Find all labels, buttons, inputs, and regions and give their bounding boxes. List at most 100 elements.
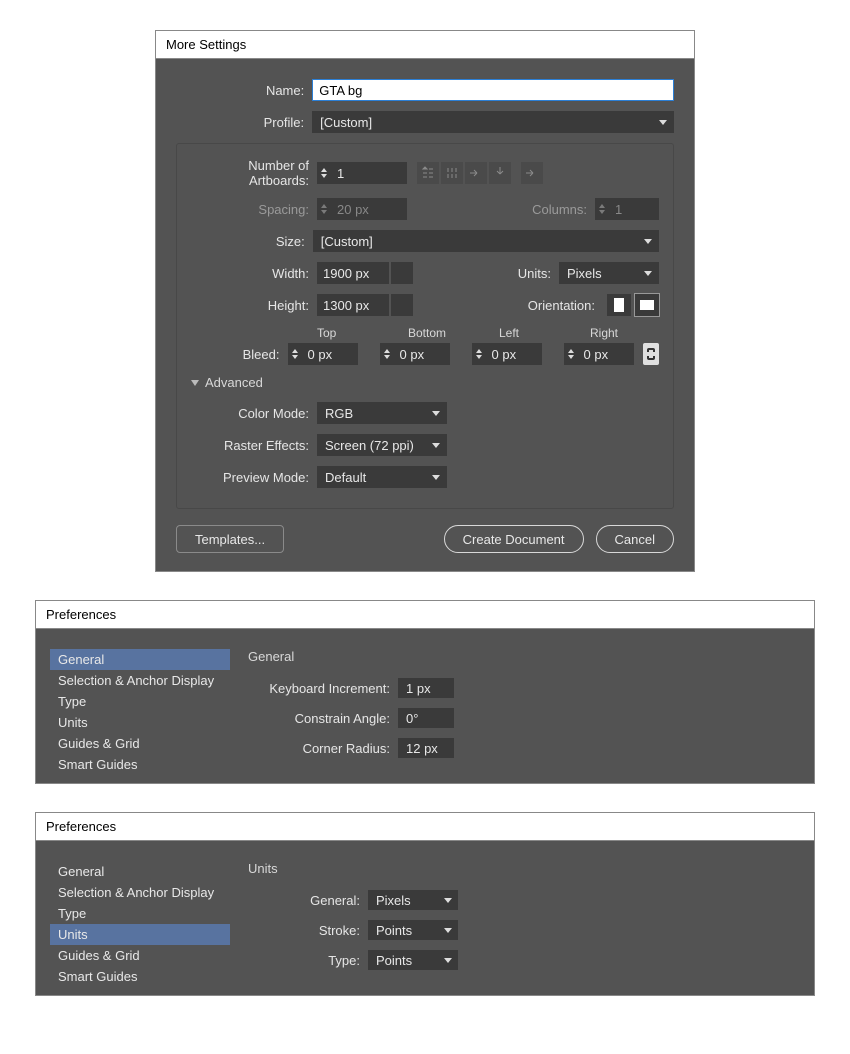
- spacing-stepper: 20 px: [317, 198, 407, 220]
- pref-category-item[interactable]: Units: [50, 712, 230, 733]
- raster-label: Raster Effects:: [191, 438, 317, 453]
- bleed-bottom-label: Bottom: [408, 326, 477, 340]
- landscape-icon: [640, 300, 654, 310]
- stepper-icon[interactable]: [380, 343, 394, 365]
- bleed-top-label: Top: [317, 326, 386, 340]
- units-general-select[interactable]: Pixels: [368, 890, 458, 910]
- artboards-value[interactable]: 1: [331, 162, 407, 184]
- name-label: Name:: [176, 83, 312, 98]
- orientation-label: Orientation:: [517, 298, 603, 313]
- corner-radius-label: Corner Radius:: [248, 741, 398, 756]
- bleed-label: Bleed:: [191, 347, 288, 362]
- corner-radius-input[interactable]: 12 px: [398, 738, 454, 758]
- bleed-top-stepper[interactable]: 0 px: [288, 343, 358, 365]
- pref-category-item[interactable]: Units: [50, 924, 230, 945]
- stepper-icon: [317, 198, 331, 220]
- stepper-icon[interactable]: [288, 343, 302, 365]
- pref-category-item[interactable]: Selection & Anchor Display: [50, 882, 230, 903]
- chevron-down-icon: [191, 380, 199, 386]
- height-unit-swatch: [391, 294, 413, 316]
- profile-select[interactable]: [Custom]: [312, 111, 674, 133]
- pref-category-item[interactable]: Type: [50, 903, 230, 924]
- height-input[interactable]: 1300 px: [317, 294, 389, 316]
- bleed-right-stepper[interactable]: 0 px: [564, 343, 634, 365]
- constrain-angle-input[interactable]: 0°: [398, 708, 454, 728]
- units-stroke-select[interactable]: Points: [368, 920, 458, 940]
- stepper-icon[interactable]: [317, 162, 331, 184]
- preview-select[interactable]: Default: [317, 466, 447, 488]
- size-value: [Custom]: [321, 234, 373, 249]
- pref-category-item[interactable]: Smart Guides: [50, 966, 230, 987]
- preferences-category-list: GeneralSelection & Anchor DisplayTypeUni…: [50, 643, 230, 775]
- colormode-select[interactable]: RGB: [317, 402, 447, 424]
- bleed-right-value[interactable]: 0 px: [578, 343, 634, 365]
- width-value[interactable]: 1900 px: [317, 262, 389, 284]
- preferences-units-dialog: Preferences GeneralSelection & Anchor Di…: [35, 812, 815, 996]
- name-input[interactable]: [312, 79, 674, 101]
- orientation-portrait-button[interactable]: [607, 294, 631, 316]
- height-label: Height:: [191, 298, 317, 313]
- preview-value: Default: [325, 470, 366, 485]
- grid-by-row-icon[interactable]: [417, 162, 439, 184]
- artboards-stepper[interactable]: 1: [317, 162, 407, 184]
- pref-category-item[interactable]: Selection & Anchor Display: [50, 670, 230, 691]
- spacing-value: 20 px: [331, 198, 407, 220]
- units-select[interactable]: Pixels: [559, 262, 659, 284]
- arrange-down-icon[interactable]: [489, 162, 511, 184]
- cancel-button[interactable]: Cancel: [596, 525, 674, 553]
- colormode-label: Color Mode:: [191, 406, 317, 421]
- dialog-title: Preferences: [36, 813, 814, 841]
- constrain-angle-label: Constrain Angle:: [248, 711, 398, 726]
- size-select[interactable]: [Custom]: [313, 230, 659, 252]
- width-input[interactable]: 1900 px: [317, 262, 389, 284]
- preferences-category-list: GeneralSelection & Anchor DisplayTypeUni…: [50, 855, 230, 987]
- height-value[interactable]: 1300 px: [317, 294, 389, 316]
- artboards-label: Number of Artboards:: [191, 158, 317, 188]
- units-value: Pixels: [567, 266, 602, 281]
- raster-select[interactable]: Screen (72 ppi): [317, 434, 447, 456]
- size-label: Size:: [191, 234, 313, 249]
- units-type-select[interactable]: Points: [368, 950, 458, 970]
- document-settings-group: Number of Artboards: 1 Spacing:: [176, 143, 674, 509]
- arrange-right-icon[interactable]: [465, 162, 487, 184]
- bleed-top-value[interactable]: 0 px: [302, 343, 358, 365]
- stepper-icon[interactable]: [472, 343, 486, 365]
- stepper-icon[interactable]: [564, 343, 578, 365]
- keyboard-increment-input[interactable]: 1 px: [398, 678, 454, 698]
- advanced-label: Advanced: [205, 375, 263, 390]
- pane-title: Units: [248, 861, 800, 876]
- columns-label: Columns:: [525, 202, 595, 217]
- advanced-section-header[interactable]: Advanced: [191, 375, 659, 390]
- preferences-general-dialog: Preferences GeneralSelection & Anchor Di…: [35, 600, 815, 784]
- stepper-icon: [595, 198, 609, 220]
- bleed-right-label: Right: [590, 326, 659, 340]
- bleed-left-label: Left: [499, 326, 568, 340]
- raster-value: Screen (72 ppi): [325, 438, 414, 453]
- pref-category-item[interactable]: Type: [50, 691, 230, 712]
- units-label: Units:: [509, 266, 559, 281]
- bleed-bottom-stepper[interactable]: 0 px: [380, 343, 450, 365]
- link-bleed-button[interactable]: [643, 343, 660, 365]
- dialog-title: More Settings: [156, 31, 694, 59]
- pref-category-item[interactable]: General: [50, 649, 230, 670]
- spacing-label: Spacing:: [191, 202, 317, 217]
- bleed-left-stepper[interactable]: 0 px: [472, 343, 542, 365]
- templates-button[interactable]: Templates...: [176, 525, 284, 553]
- portrait-icon: [614, 298, 624, 312]
- pref-category-item[interactable]: Guides & Grid: [50, 945, 230, 966]
- grid-by-column-icon[interactable]: [441, 162, 463, 184]
- pref-category-item[interactable]: Smart Guides: [50, 754, 230, 775]
- orientation-landscape-button[interactable]: [635, 294, 659, 316]
- width-unit-swatch: [391, 262, 413, 284]
- bleed-bottom-value[interactable]: 0 px: [394, 343, 450, 365]
- units-type-label: Type:: [248, 953, 368, 968]
- pref-category-item[interactable]: General: [50, 861, 230, 882]
- create-document-button[interactable]: Create Document: [444, 525, 584, 553]
- units-stroke-label: Stroke:: [248, 923, 368, 938]
- pref-category-item[interactable]: Guides & Grid: [50, 733, 230, 754]
- dialog-title: Preferences: [36, 601, 814, 629]
- bleed-left-value[interactable]: 0 px: [486, 343, 542, 365]
- arrange-right2-icon[interactable]: [521, 162, 543, 184]
- units-general-label: General:: [248, 893, 368, 908]
- colormode-value: RGB: [325, 406, 353, 421]
